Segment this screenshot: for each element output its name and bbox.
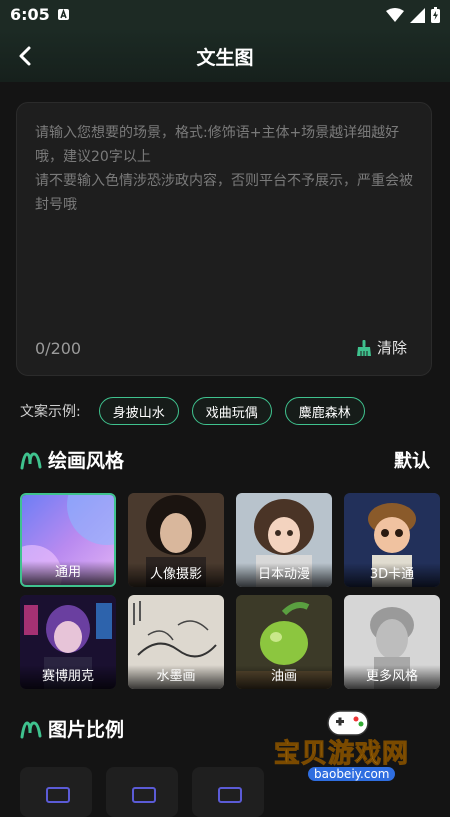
ratio-frame-icon	[218, 787, 242, 803]
signal-icon	[410, 7, 425, 23]
style-label: 油画	[236, 665, 332, 689]
prompt-card: 请输入您想要的场景，格式:修饰语+主体+场景越详细越好哦，建议20字以上 请不要…	[16, 102, 432, 376]
watermark: 宝贝游戏网 baobeiy.com	[270, 705, 430, 795]
style-label: 水墨画	[128, 665, 224, 689]
ratio-frame-icon	[132, 787, 156, 803]
clear-label: 清除	[376, 339, 407, 357]
watermark-text: 宝贝游戏网	[273, 739, 410, 770]
style-tile-ink[interactable]: 水墨画	[128, 595, 224, 689]
battery-icon	[431, 7, 440, 23]
wifi-icon	[386, 7, 404, 22]
page-title: 文生图	[196, 47, 254, 69]
style-tile-cyberpunk[interactable]: 赛博朋克	[20, 595, 116, 689]
style-section-header: 绘画风格	[20, 446, 124, 473]
ratio-options	[20, 767, 264, 817]
example-chip[interactable]: 身披山水	[98, 397, 179, 425]
style-grid: 通用 人像摄影 日本动漫 3D卡通 赛博朋克 水墨画 油画 更多风格	[20, 493, 440, 689]
default-style-label[interactable]: 默认	[394, 447, 430, 473]
ratio-option[interactable]	[106, 767, 178, 817]
style-section-title: 绘画风格	[48, 450, 125, 472]
style-tile-more[interactable]: 更多风格	[344, 595, 440, 689]
status-time: 6:05	[10, 5, 50, 24]
app-bar: 文生图	[0, 30, 450, 82]
style-tile-general[interactable]: 通用	[20, 493, 116, 587]
example-chip[interactable]: 麋鹿森林	[284, 397, 365, 425]
example-chip[interactable]: 戏曲玩偶	[191, 397, 272, 425]
ratio-section-header: 图片比例	[20, 715, 124, 742]
status-icons	[386, 7, 440, 23]
style-tile-3d-cartoon[interactable]: 3D卡通	[344, 493, 440, 587]
watermark-url: baobeiy.com	[308, 767, 396, 781]
ratio-frame-icon	[46, 787, 70, 803]
style-tile-portrait[interactable]: 人像摄影	[128, 493, 224, 587]
examples-row: 文案示例: 身披山水 戏曲玩偶 麋鹿森林	[20, 396, 378, 426]
style-tile-oil[interactable]: 油画	[236, 595, 332, 689]
style-label: 通用	[22, 561, 114, 585]
section-wave-icon	[20, 720, 42, 738]
style-tile-anime[interactable]: 日本动漫	[236, 493, 332, 587]
style-label: 赛博朋克	[20, 665, 116, 689]
ratio-section-title: 图片比例	[48, 719, 125, 741]
broom-icon	[356, 339, 371, 356]
char-counter: 0/200	[35, 339, 82, 358]
prompt-input[interactable]: 请输入您想要的场景，格式:修饰语+主体+场景越详细越好哦，建议20字以上 请不要…	[35, 121, 420, 217]
style-label: 更多风格	[344, 665, 440, 689]
style-label: 人像摄影	[128, 563, 224, 587]
status-bar: 6:05	[0, 0, 450, 30]
ratio-option[interactable]	[20, 767, 92, 817]
notification-a-icon	[58, 9, 69, 20]
style-label: 日本动漫	[236, 563, 332, 587]
ratio-option[interactable]	[192, 767, 264, 817]
section-wave-icon	[20, 451, 42, 469]
clear-button[interactable]: 清除	[355, 337, 407, 358]
style-label: 3D卡通	[344, 563, 440, 587]
examples-label: 文案示例:	[20, 404, 81, 420]
